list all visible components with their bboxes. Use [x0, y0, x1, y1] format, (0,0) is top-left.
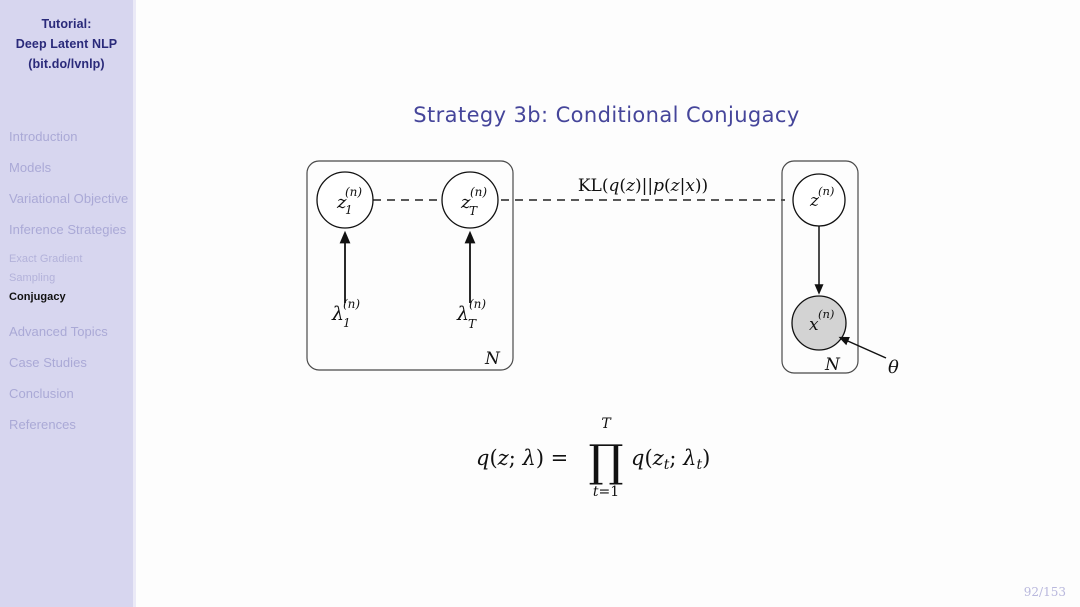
sidebar-item-advanced-topics[interactable]: Advanced Topics	[0, 323, 133, 342]
formula-lhs: q(z; λ) =	[476, 446, 568, 470]
sidebar-item-models[interactable]: Models	[0, 159, 133, 178]
param-lambdaT-superscript: (n)	[469, 297, 486, 311]
formula-product-symbol: ∏	[588, 436, 623, 487]
sidebar-item-introduction[interactable]: Introduction	[0, 128, 133, 147]
kl-divergence-label: KL(q(z)||p(z|x))	[578, 176, 708, 196]
sidebar-item-references[interactable]: References	[0, 416, 133, 435]
sidebar-item-sampling[interactable]: Sampling	[0, 270, 133, 286]
sidebar-header-line-2: Deep Latent NLP	[15, 37, 118, 51]
sidebar-item-label: Inference Strategies	[9, 221, 127, 237]
sidebar-subitem-label: Conjugacy	[9, 291, 66, 303]
sidebar-item-inference-strategies[interactable]: Inference Strategies	[0, 221, 133, 240]
right-plate-label: N	[824, 355, 841, 375]
node-zT-subscript: T	[469, 204, 478, 218]
sidebar-header: Tutorial: Deep Latent NLP (bit.do/lvnlp)	[0, 14, 133, 74]
node-x-superscript: (n)	[818, 307, 834, 321]
sidebar-item-label: Models	[9, 160, 52, 175]
node-zT-superscript: (n)	[470, 185, 487, 199]
sidebar-subitem-label: Exact Gradient	[9, 253, 83, 265]
sidebar-subitem-label: Sampling	[9, 272, 56, 284]
sidebar-item-conjugacy[interactable]: Conjugacy	[0, 289, 133, 305]
formula-product-upper-limit: T	[601, 416, 612, 432]
node-z-superscript: (n)	[818, 184, 834, 198]
formula-product-lower-limit: t=1	[593, 484, 619, 500]
page-number: 92/153	[1023, 585, 1066, 599]
sidebar-item-label: Case Studies	[9, 355, 87, 370]
edge-theta-to-x	[838, 336, 887, 359]
param-lambdaT-subscript: T	[468, 317, 477, 331]
node-x-circle	[791, 295, 847, 351]
node-z-circle	[792, 173, 846, 227]
sidebar-item-variational-objective[interactable]: Variational Objective	[0, 190, 133, 209]
node-z1-superscript: (n)	[345, 185, 362, 199]
sidebar-item-conclusion[interactable]: Conclusion	[0, 385, 133, 404]
param-theta-label: θ	[888, 357, 899, 378]
sidebar-item-case-studies[interactable]: Case Studies	[0, 354, 133, 373]
sidebar-item-label: Advanced Topics	[9, 324, 108, 339]
graphical-model-diagram: z 1 (n) z T (n) λ 1 (n) λ T (n) N KL(q(z…	[133, 0, 1080, 607]
sidebar-item-label: Conclusion	[9, 386, 74, 401]
node-z1-subscript: 1	[345, 203, 353, 217]
sidebar-item-label: References	[9, 417, 76, 432]
formula-rhs: q(zt; λt)	[631, 446, 710, 473]
sidebar-item-label: Variational Objective	[9, 191, 129, 206]
left-plate-label: N	[484, 349, 501, 369]
sidebar-item-label: Introduction	[9, 129, 78, 144]
sidebar-nav: Introduction Models Variational Objectiv…	[0, 128, 133, 447]
sidebar-item-exact-gradient[interactable]: Exact Gradient	[0, 251, 133, 267]
sidebar-header-line-1: Tutorial:	[41, 17, 92, 31]
sidebar-header-line-3: (bit.do/lvnlp)	[28, 57, 105, 71]
param-lambda1-subscript: 1	[343, 316, 351, 330]
param-lambda1-superscript: (n)	[343, 297, 360, 311]
